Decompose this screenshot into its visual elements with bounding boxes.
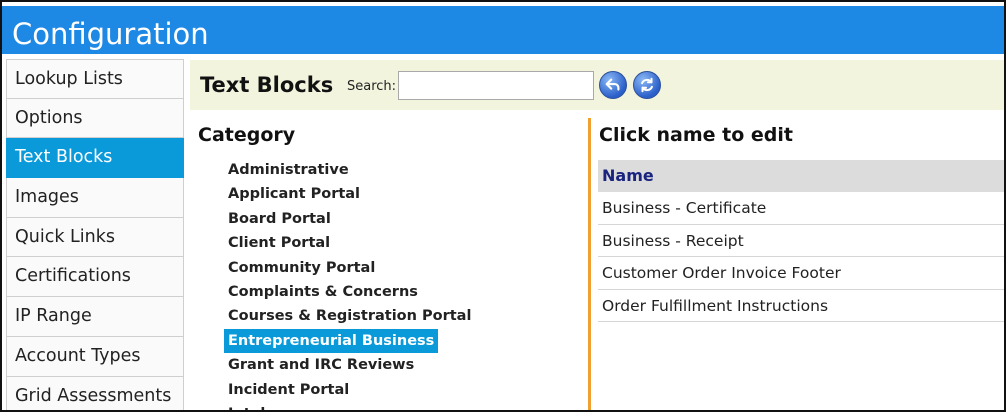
table-row[interactable]: Business - Certificate: [598, 192, 1004, 225]
sidebar-item-quick-links[interactable]: Quick Links: [6, 217, 184, 258]
category-item[interactable]: Courses & Registration Portal: [224, 304, 471, 328]
refresh-icon: [641, 77, 653, 93]
sidebar-item-images[interactable]: Images: [6, 178, 184, 218]
names-title: Click name to edit: [599, 124, 793, 146]
category-item[interactable]: Client Portal: [224, 231, 330, 255]
toolbar: Text Blocks Search:: [190, 60, 1004, 110]
back-arrow-icon: [605, 78, 620, 91]
category-item[interactable]: Intake: [224, 402, 280, 410]
category-item[interactable]: Administrative: [224, 158, 349, 182]
category-panel: Category Administrative Applicant Portal…: [190, 120, 588, 410]
page-title: Text Blocks: [200, 73, 334, 97]
configuration-window: Configuration Lookup Lists Options Text …: [0, 0, 1006, 412]
sidebar-item-certifications[interactable]: Certifications: [6, 257, 184, 298]
sidebar: Lookup Lists Options Text Blocks Images …: [6, 59, 184, 410]
main-content: Text Blocks Search: Category Administrat…: [190, 60, 1004, 410]
category-item[interactable]: Incident Portal: [224, 378, 349, 402]
sidebar-item-account-types[interactable]: Account Types: [6, 336, 184, 377]
window-title: Configuration: [2, 2, 1004, 54]
category-title: Category: [198, 124, 296, 146]
category-item[interactable]: Complaints & Concerns: [224, 280, 418, 304]
table-row[interactable]: Business - Receipt: [598, 225, 1004, 257]
table-row[interactable]: Customer Order Invoice Footer: [598, 257, 1004, 290]
sidebar-item-grid-assessments[interactable]: Grid Assessments: [6, 376, 184, 410]
column-header-name[interactable]: Name: [598, 160, 1004, 192]
refresh-button[interactable]: [633, 71, 661, 99]
search-input[interactable]: [398, 71, 594, 100]
sidebar-item-text-blocks[interactable]: Text Blocks: [6, 138, 184, 179]
table-row[interactable]: Order Fulfillment Instructions: [598, 290, 1004, 322]
names-table: Name Business - Certificate Business - R…: [598, 160, 1004, 322]
panel-divider: [588, 118, 591, 410]
names-panel: Click name to edit Name Business - Certi…: [598, 120, 1004, 410]
category-item[interactable]: Board Portal: [224, 207, 331, 231]
search-label: Search:: [347, 79, 397, 94]
back-button[interactable]: [599, 71, 627, 99]
category-item[interactable]: Grant and IRC Reviews: [224, 353, 414, 377]
category-item[interactable]: Applicant Portal: [224, 182, 360, 206]
category-item-selected[interactable]: Entrepreneurial Business: [224, 328, 439, 354]
sidebar-item-ip-range[interactable]: IP Range: [6, 297, 184, 337]
category-list: Administrative Applicant Portal Board Po…: [224, 158, 584, 410]
category-item[interactable]: Community Portal: [224, 256, 375, 280]
sidebar-item-options[interactable]: Options: [6, 98, 184, 139]
sidebar-item-lookup-lists[interactable]: Lookup Lists: [6, 59, 184, 99]
